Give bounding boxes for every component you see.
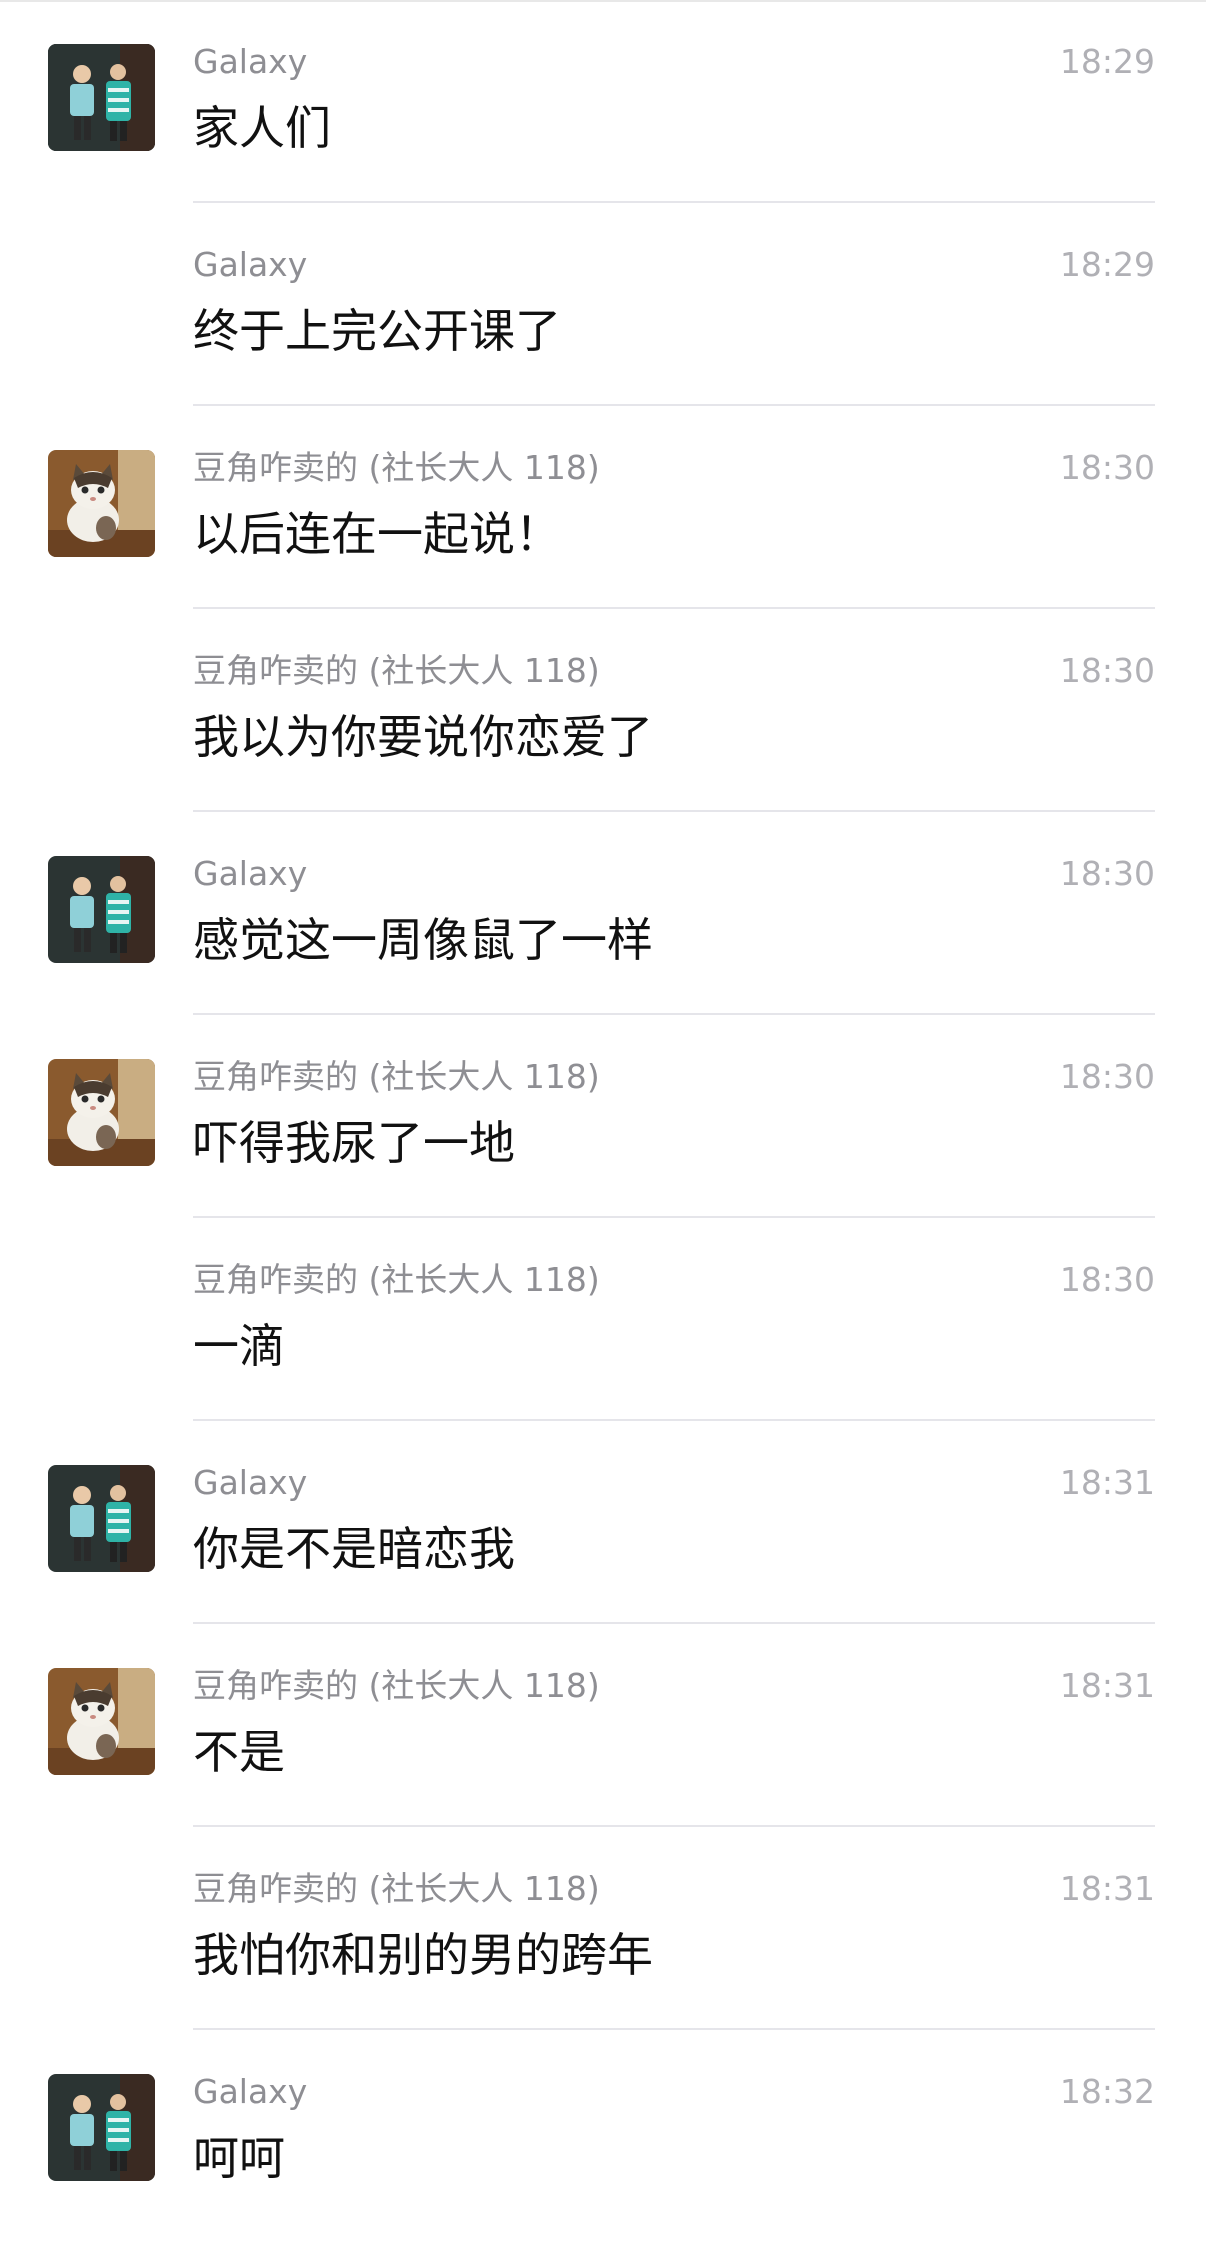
cat-avatar[interactable] [48,1668,155,1775]
message-text[interactable]: 终于上完公开课了 [193,301,561,361]
galaxy-avatar-image [48,856,155,963]
sender-name: 豆角咋卖的 (社长大人 118) [193,1260,600,1299]
cat-avatar[interactable] [48,450,155,557]
galaxy-avatar[interactable] [48,856,155,963]
sender-name: 豆角咋卖的 (社长大人 118) [193,1666,600,1705]
message-text[interactable]: 家人们 [193,98,331,158]
cat-avatar-image [48,450,155,557]
message-time: 18:30 [1059,854,1155,893]
galaxy-avatar-image [48,1465,155,1572]
galaxy-avatar[interactable] [48,1465,155,1572]
message-text[interactable]: 感觉这一周像鼠了一样 [193,910,653,970]
sender-name: Galaxy [193,1463,308,1502]
galaxy-avatar-image [48,44,155,151]
galaxy-avatar-image [48,2074,155,2181]
message-row[interactable]: 豆角咋卖的 (社长大人 118) 18:30 一滴 [0,1218,1206,1421]
message-time: 18:30 [1059,651,1155,690]
sender-name: 豆角咋卖的 (社长大人 118) [193,651,600,690]
message-time: 18:29 [1059,245,1155,284]
message-row[interactable]: 豆角咋卖的 (社长大人 118) 18:30 以后连在一起说！ [0,406,1206,609]
message-row[interactable]: Galaxy 18:30 感觉这一周像鼠了一样 [0,812,1206,1015]
message-time: 18:29 [1059,42,1155,81]
message-text[interactable]: 以后连在一起说！ [193,504,561,564]
message-time: 18:32 [1059,2072,1155,2111]
sender-name: Galaxy [193,245,308,284]
cat-avatar-image [48,1668,155,1775]
message-text[interactable]: 我怕你和别的男的跨年 [193,1925,653,1985]
sender-name: Galaxy [193,42,308,81]
sender-name: 豆角咋卖的 (社长大人 118) [193,448,600,487]
message-text[interactable]: 一滴 [193,1316,285,1376]
galaxy-avatar[interactable] [48,2074,155,2181]
message-time: 18:31 [1059,1666,1155,1705]
sender-name: Galaxy [193,2072,308,2111]
message-row[interactable]: Galaxy 18:29 终于上完公开课了 [0,203,1206,406]
sender-name: 豆角咋卖的 (社长大人 118) [193,1869,600,1908]
message-row[interactable]: Galaxy 18:29 家人们 [0,0,1206,203]
message-row[interactable]: 豆角咋卖的 (社长大人 118) 18:30 吓得我尿了一地 [0,1015,1206,1218]
message-text[interactable]: 吓得我尿了一地 [193,1113,515,1173]
cat-avatar[interactable] [48,1059,155,1166]
message-text[interactable]: 呵呵 [193,2128,285,2188]
message-time: 18:30 [1059,448,1155,487]
sender-name: 豆角咋卖的 (社长大人 118) [193,1057,600,1096]
message-text[interactable]: 你是不是暗恋我 [193,1519,515,1579]
message-row[interactable]: 豆角咋卖的 (社长大人 118) 18:30 我以为你要说你恋爱了 [0,609,1206,812]
message-time: 18:31 [1059,1869,1155,1908]
message-row[interactable]: 豆角咋卖的 (社长大人 118) 18:31 不是 [0,1624,1206,1827]
message-row[interactable]: Galaxy 18:32 呵呵 [0,2030,1206,2233]
message-text[interactable]: 我以为你要说你恋爱了 [193,707,653,767]
sender-name: Galaxy [193,854,308,893]
galaxy-avatar[interactable] [48,44,155,151]
message-list[interactable]: Galaxy 18:29 家人们 Galaxy 18:29 终于上完公开课了 豆… [0,0,1206,2233]
message-text[interactable]: 不是 [193,1722,285,1782]
message-time: 18:31 [1059,1463,1155,1502]
message-time: 18:30 [1059,1057,1155,1096]
cat-avatar-image [48,1059,155,1166]
message-row[interactable]: Galaxy 18:31 你是不是暗恋我 [0,1421,1206,1624]
message-row[interactable]: 豆角咋卖的 (社长大人 118) 18:31 我怕你和别的男的跨年 [0,1827,1206,2030]
message-time: 18:30 [1059,1260,1155,1299]
